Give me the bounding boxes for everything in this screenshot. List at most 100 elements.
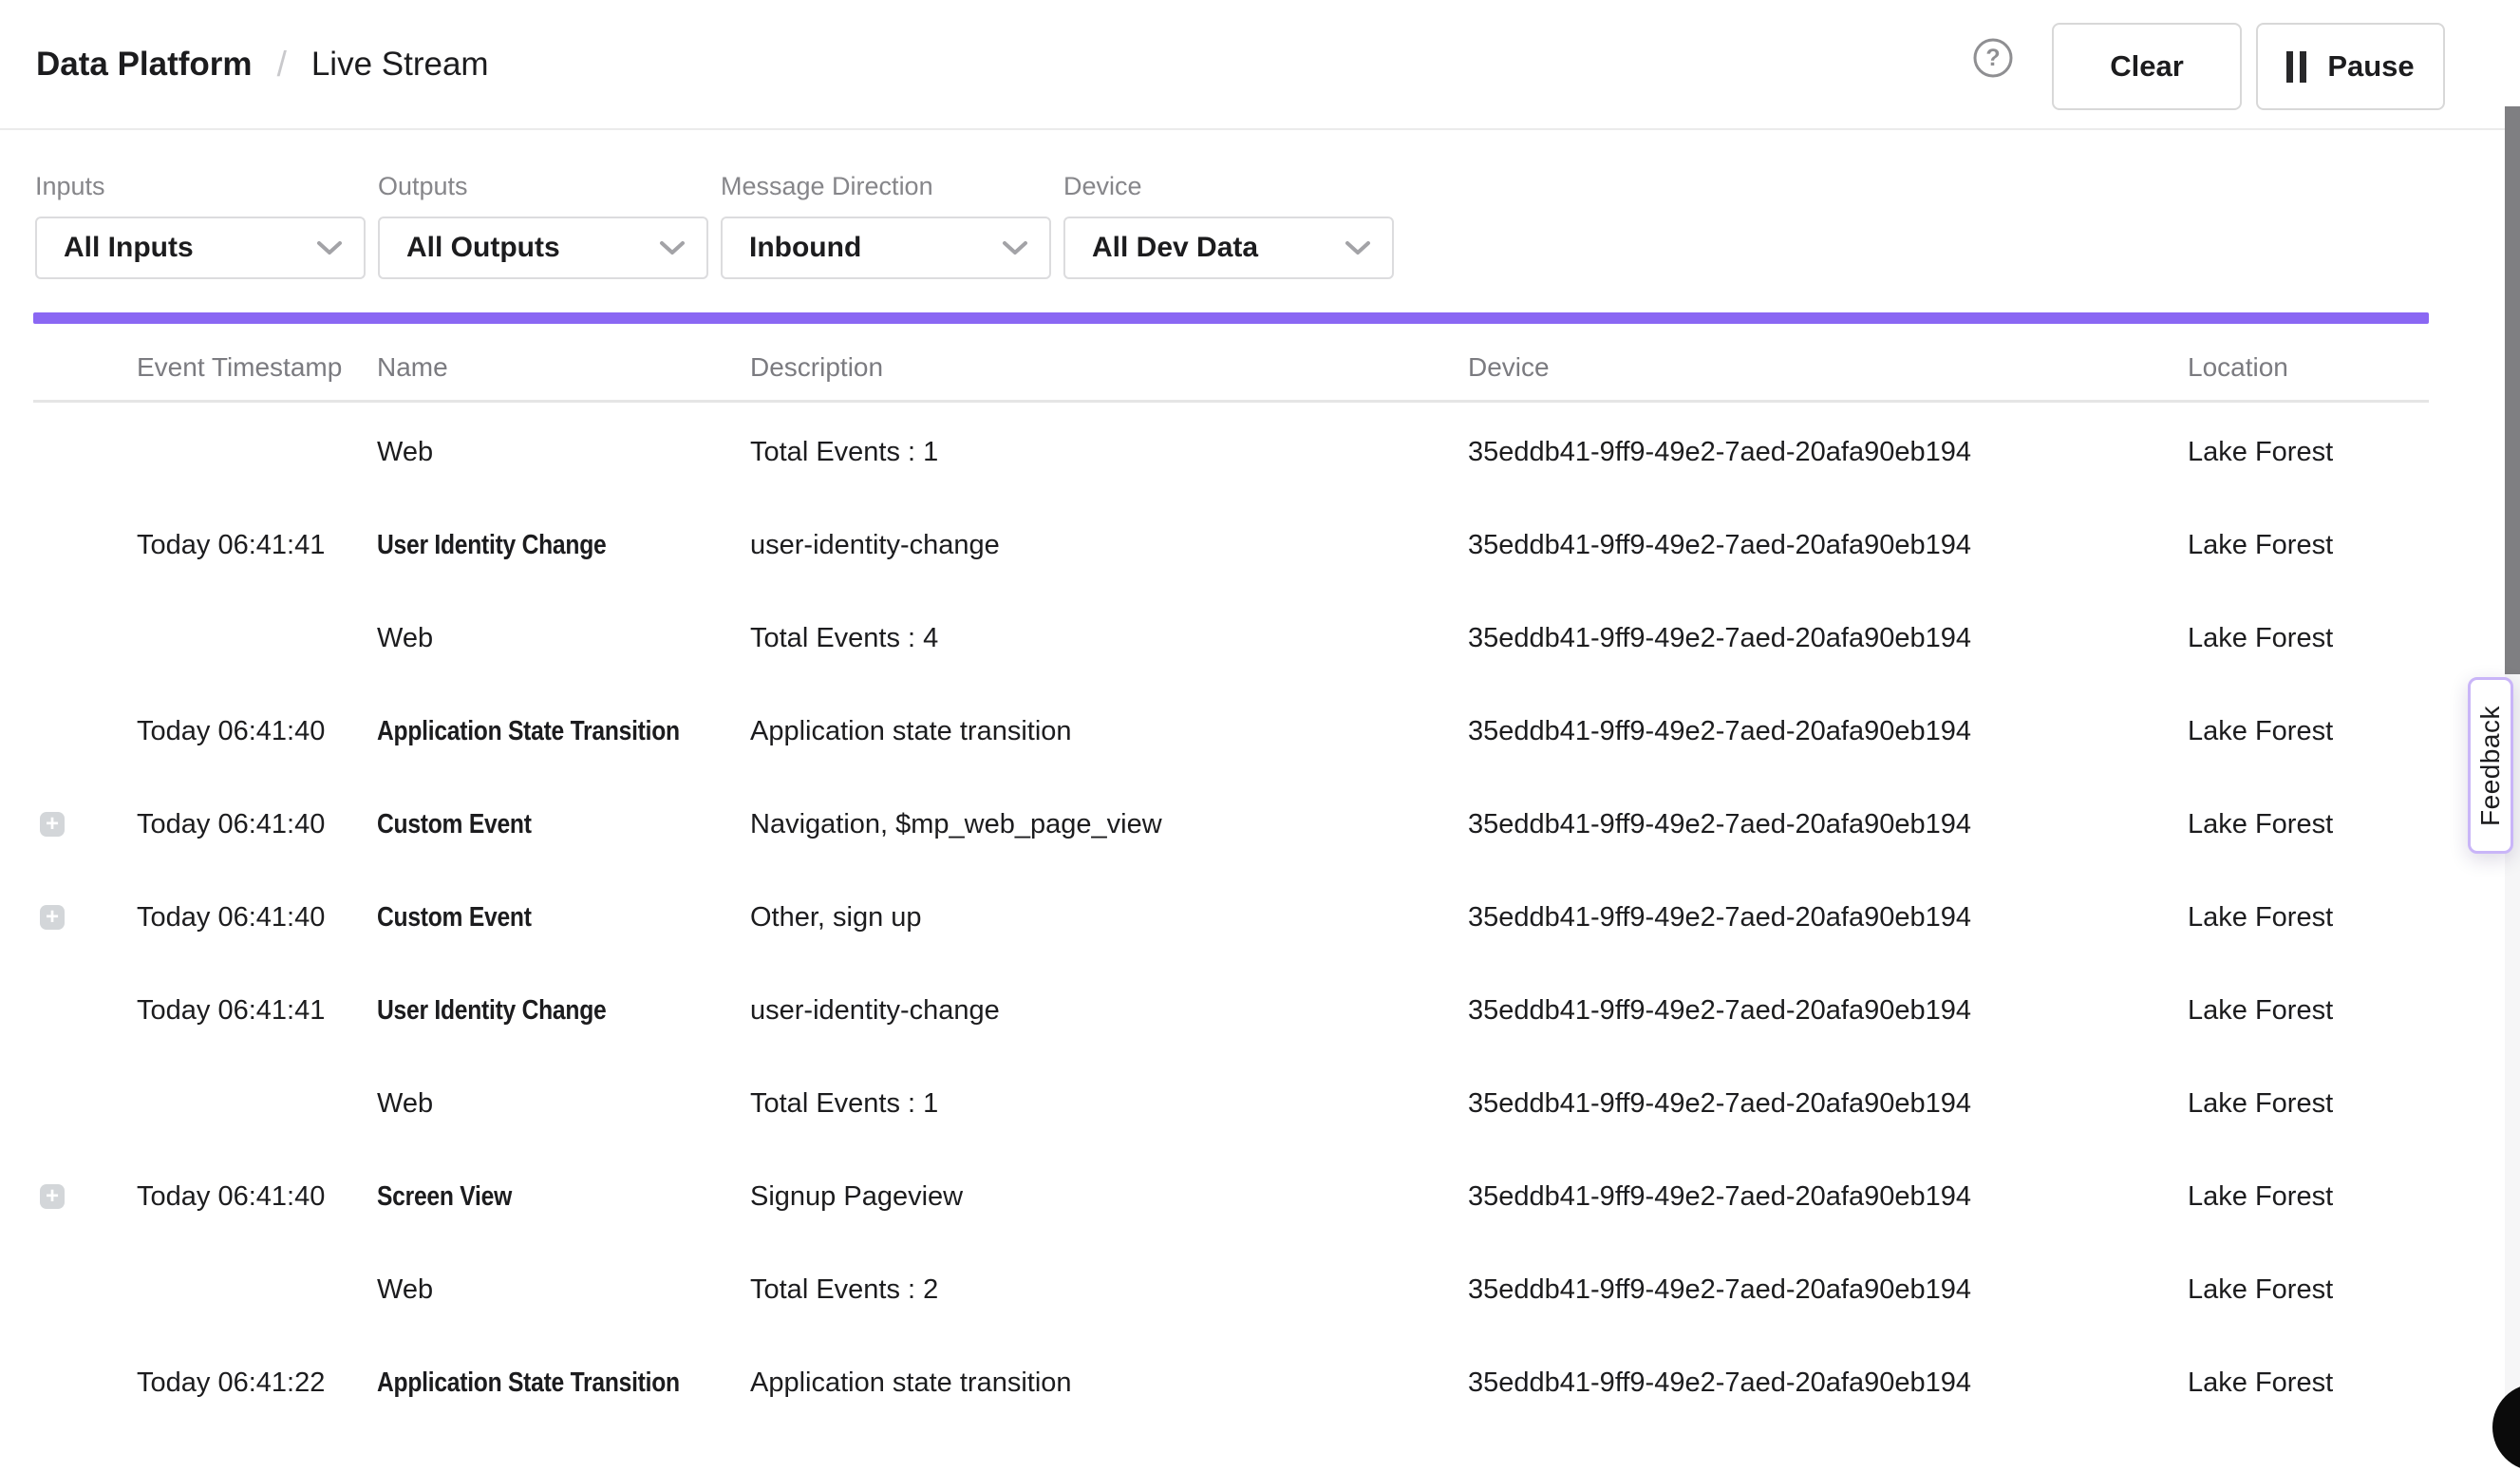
device-select[interactable]: All Dev Data [1063, 217, 1394, 279]
event-name: Web [377, 623, 433, 654]
expand-row-button[interactable]: + [40, 812, 65, 837]
table-row: Today 06:41:22 Application State Transit… [33, 1336, 2429, 1429]
column-header-description: Description [750, 352, 1468, 383]
filter-outputs: Outputs All Outputs [378, 130, 708, 279]
event-location: Lake Forest [2188, 1181, 2429, 1213]
clear-button[interactable]: Clear [2052, 23, 2242, 110]
event-description: Navigation, $mp_web_page_view [750, 809, 1468, 840]
table-row: + Today 06:41:40 Custom Event Other, sig… [33, 871, 2429, 964]
table-row: Today 06:41:40 Application State Transit… [33, 685, 2429, 778]
column-header-location: Location [2188, 352, 2429, 383]
breadcrumb-separator: / [277, 45, 287, 85]
filter-bar: Inputs All Inputs Outputs All Outputs Me… [35, 130, 1394, 279]
event-description: Application state transition [750, 716, 1468, 747]
page-header: Data Platform / Live Stream ? Clear Paus… [0, 0, 2520, 130]
event-name: Application State Transition [377, 716, 680, 747]
event-device: 35eddb41-9ff9-49e2-7aed-20afa90eb194 [1468, 530, 2188, 561]
chevron-down-icon [1002, 239, 1028, 256]
table-row: + Today 06:41:40 Custom Event Navigation… [33, 778, 2429, 871]
column-header-event-timestamp: Event Timestamp [137, 352, 377, 383]
table-header-row: Event Timestamp Name Description Device … [33, 334, 2429, 403]
outputs-select[interactable]: All Outputs [378, 217, 708, 279]
event-timestamp: Today 06:41:22 [137, 1367, 377, 1399]
event-device: 35eddb41-9ff9-49e2-7aed-20afa90eb194 [1468, 437, 2188, 468]
inputs-select-value: All Inputs [64, 232, 194, 264]
event-location: Lake Forest [2188, 530, 2429, 561]
event-device: 35eddb41-9ff9-49e2-7aed-20afa90eb194 [1468, 1088, 2188, 1120]
event-location: Lake Forest [2188, 809, 2429, 840]
plus-icon: + [46, 906, 59, 929]
event-description: Application state transition [750, 1367, 1468, 1399]
event-description: Signup Pageview [750, 1181, 1468, 1213]
event-name: Custom Event [377, 902, 532, 934]
event-device: 35eddb41-9ff9-49e2-7aed-20afa90eb194 [1468, 716, 2188, 747]
table-row: Today 06:41:41 User Identity Change user… [33, 964, 2429, 1057]
event-location: Lake Forest [2188, 1088, 2429, 1120]
event-name: Web [377, 1274, 433, 1306]
plus-icon: + [46, 813, 59, 836]
expand-row-button[interactable]: + [40, 1184, 65, 1209]
event-description: user-identity-change [750, 995, 1468, 1027]
pause-button[interactable]: Pause [2256, 23, 2445, 110]
event-name: Application State Transition [377, 1367, 680, 1399]
column-header-name: Name [377, 352, 750, 383]
message-direction-select-value: Inbound [749, 232, 861, 264]
event-timestamp: Today 06:41:40 [137, 1181, 377, 1213]
message-direction-select[interactable]: Inbound [721, 217, 1051, 279]
event-name: Web [377, 1088, 433, 1120]
event-device: 35eddb41-9ff9-49e2-7aed-20afa90eb194 [1468, 623, 2188, 654]
breadcrumb-product[interactable]: Data Platform [36, 46, 253, 84]
table-row: Today 06:41:41 User Identity Change user… [33, 499, 2429, 592]
event-device: 35eddb41-9ff9-49e2-7aed-20afa90eb194 [1468, 1274, 2188, 1306]
help-icon[interactable]: ? [1971, 36, 2015, 80]
filter-inputs: Inputs All Inputs [35, 130, 366, 279]
event-timestamp: Today 06:41:41 [137, 995, 377, 1027]
event-device: 35eddb41-9ff9-49e2-7aed-20afa90eb194 [1468, 995, 2188, 1027]
event-description: Other, sign up [750, 902, 1468, 934]
vertical-scrollbar-thumb[interactable] [2505, 106, 2520, 674]
event-location: Lake Forest [2188, 623, 2429, 654]
event-device: 35eddb41-9ff9-49e2-7aed-20afa90eb194 [1468, 809, 2188, 840]
expand-row-button[interactable]: + [40, 905, 65, 930]
table-row: Web Total Events : 4 35eddb41-9ff9-49e2-… [33, 592, 2429, 685]
filter-device: Device All Dev Data [1063, 130, 1394, 279]
outputs-select-value: All Outputs [406, 232, 560, 264]
event-location: Lake Forest [2188, 902, 2429, 934]
plus-icon: + [46, 1185, 59, 1208]
pause-button-label: Pause [2327, 49, 2414, 84]
inputs-label: Inputs [35, 172, 366, 201]
event-description: Total Events : 1 [750, 1088, 1468, 1120]
event-location: Lake Forest [2188, 1367, 2429, 1399]
event-name: Custom Event [377, 809, 532, 840]
column-header-device: Device [1468, 352, 2188, 383]
event-name: Screen View [377, 1181, 512, 1213]
event-device: 35eddb41-9ff9-49e2-7aed-20afa90eb194 [1468, 1181, 2188, 1213]
chevron-down-icon [659, 239, 686, 256]
event-description: Total Events : 1 [750, 437, 1468, 468]
event-name: User Identity Change [377, 995, 606, 1027]
feedback-tab-label: Feedback [2475, 706, 2506, 826]
event-name: Web [377, 437, 433, 468]
pause-icon [2286, 51, 2306, 83]
event-timestamp: Today 06:41:41 [137, 530, 377, 561]
filter-message-direction: Message Direction Inbound [721, 130, 1051, 279]
chat-widget-button[interactable] [2492, 1384, 2520, 1471]
event-list: Web Total Events : 1 35eddb41-9ff9-49e2-… [33, 405, 2429, 1429]
event-description: Total Events : 2 [750, 1274, 1468, 1306]
event-location: Lake Forest [2188, 995, 2429, 1027]
table-row: Web Total Events : 2 35eddb41-9ff9-49e2-… [33, 1243, 2429, 1336]
event-timestamp: Today 06:41:40 [137, 902, 377, 934]
device-label: Device [1063, 172, 1394, 201]
message-direction-label: Message Direction [721, 172, 1051, 201]
event-description: Total Events : 4 [750, 623, 1468, 654]
inputs-select[interactable]: All Inputs [35, 217, 366, 279]
event-location: Lake Forest [2188, 437, 2429, 468]
event-timestamp: Today 06:41:40 [137, 809, 377, 840]
table-row: Web Total Events : 1 35eddb41-9ff9-49e2-… [33, 1057, 2429, 1150]
event-name: User Identity Change [377, 530, 606, 561]
chevron-down-icon [1345, 239, 1371, 256]
event-location: Lake Forest [2188, 1274, 2429, 1306]
svg-text:?: ? [1985, 45, 2000, 71]
device-select-value: All Dev Data [1092, 232, 1258, 264]
feedback-tab[interactable]: Feedback [2468, 677, 2513, 854]
